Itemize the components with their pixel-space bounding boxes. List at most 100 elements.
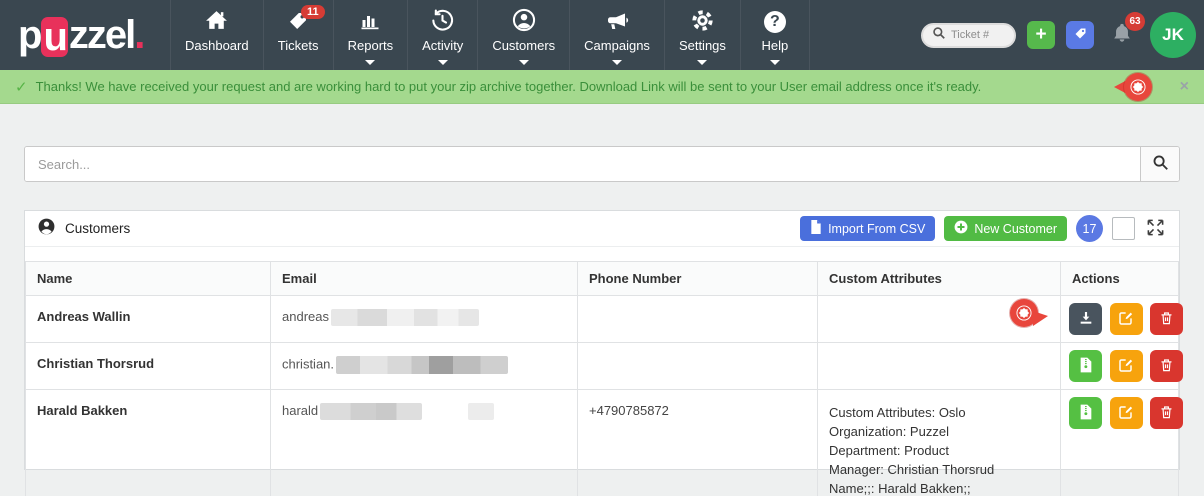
close-icon[interactable]: × <box>1180 78 1189 96</box>
customer-name: Harald Bakken <box>26 390 271 496</box>
tags-button[interactable] <box>1066 21 1094 49</box>
edit-icon <box>1118 404 1134 423</box>
fullscreen-toggle-button[interactable] <box>1144 218 1167 240</box>
zip-file-icon <box>1079 404 1093 423</box>
logo-u-mark: u <box>41 17 67 57</box>
check-icon: ✓ <box>15 78 28 96</box>
edit-button[interactable] <box>1110 350 1143 382</box>
alert-message: Thanks! We have received your request an… <box>36 79 982 94</box>
customer-email: andreas <box>271 296 578 343</box>
column-header-actions: Actions <box>1061 262 1179 296</box>
nav-label: Reports <box>348 38 394 53</box>
table-row: Christian Thorsrud christian. <box>26 343 1179 390</box>
chevron-down-icon <box>697 60 707 65</box>
plus-circle-icon <box>954 220 968 237</box>
nav-item-tickets[interactable]: Tickets 11 <box>263 0 333 70</box>
search-input[interactable] <box>25 147 1140 181</box>
column-header-name: Name <box>26 262 271 296</box>
star-burst-icon <box>1124 73 1152 101</box>
nav-label: Campaigns <box>584 38 650 53</box>
nav-label: Dashboard <box>185 38 249 53</box>
delete-button[interactable] <box>1150 303 1183 335</box>
redacted-email <box>331 309 479 326</box>
person-circle-icon <box>511 7 537 33</box>
trash-icon <box>1159 404 1174 423</box>
redacted-email <box>320 403 422 420</box>
history-icon <box>430 7 455 33</box>
customer-email: christian. <box>271 343 578 390</box>
expand-icon <box>1146 218 1165 240</box>
notifications-button[interactable]: 63 <box>1111 22 1133 49</box>
avatar[interactable]: JK <box>1150 12 1196 58</box>
logo-text: zzel <box>69 13 134 58</box>
search-icon <box>932 26 946 45</box>
nav-item-activity[interactable]: Activity <box>407 0 477 70</box>
customer-name: Andreas Wallin <box>26 296 271 343</box>
ticket-search-input[interactable] <box>951 29 1005 41</box>
customer-count-badge: 17 <box>1076 215 1103 242</box>
zip-download-button[interactable] <box>1069 397 1102 429</box>
table-row: Harald Bakken harald +4790785872 Custom … <box>26 390 1179 496</box>
redacted-email <box>468 403 494 420</box>
ticket-search-box[interactable] <box>921 23 1016 48</box>
new-customer-button[interactable]: New Customer <box>944 216 1067 241</box>
bell-icon <box>1111 31 1133 48</box>
zip-download-button[interactable] <box>1069 350 1102 382</box>
nav-item-customers[interactable]: Customers <box>477 0 569 70</box>
column-header-email: Email <box>271 262 578 296</box>
edit-button[interactable] <box>1110 397 1143 429</box>
select-all-checkbox[interactable] <box>1112 217 1135 240</box>
delete-button[interactable] <box>1150 397 1183 429</box>
nav-label: Customers <box>492 38 555 53</box>
delete-button[interactable] <box>1150 350 1183 382</box>
logo-text: p <box>18 13 40 58</box>
customers-table: Name Email Phone Number Custom Attribute… <box>25 261 1179 496</box>
nav-item-help[interactable]: ? Help <box>740 0 810 70</box>
edit-button[interactable] <box>1110 303 1143 335</box>
puzzel-logo[interactable]: puzzel. <box>0 0 170 70</box>
chevron-down-icon <box>519 60 529 65</box>
notification-count-badge: 63 <box>1125 12 1145 31</box>
panel-tools: Import From CSV New Customer 17 <box>800 215 1167 242</box>
customer-phone <box>578 343 818 390</box>
download-button[interactable] <box>1069 303 1102 335</box>
nav-label: Tickets <box>278 38 319 53</box>
question-icon: ? <box>764 7 786 33</box>
trash-icon <box>1159 310 1174 329</box>
chevron-down-icon <box>612 60 622 65</box>
customers-panel-header: Customers Import From CSV New Customer 1… <box>25 211 1179 247</box>
search-button[interactable] <box>1140 147 1179 181</box>
row-actions <box>1061 296 1179 343</box>
row-actions <box>1061 390 1179 496</box>
nav-item-dashboard[interactable]: Dashboard <box>170 0 263 70</box>
plus-icon: + <box>1035 24 1046 46</box>
zip-file-icon <box>1079 357 1093 376</box>
home-icon <box>204 7 229 33</box>
person-circle-icon <box>37 217 56 241</box>
new-ticket-button[interactable]: + <box>1027 21 1055 49</box>
table-header-row: Name Email Phone Number Custom Attribute… <box>26 262 1179 296</box>
chevron-down-icon <box>770 60 780 65</box>
megaphone-icon <box>604 7 630 33</box>
customer-search-bar <box>24 146 1180 182</box>
logo-dot: . <box>134 13 143 58</box>
nav-item-campaigns[interactable]: Campaigns <box>569 0 664 70</box>
download-icon <box>1078 310 1094 329</box>
customer-custom-attributes <box>818 343 1061 390</box>
import-from-csv-button[interactable]: Import From CSV <box>800 216 935 241</box>
column-header-phone: Phone Number <box>578 262 818 296</box>
customers-table-wrap: Name Email Phone Number Custom Attribute… <box>25 261 1179 496</box>
gear-icon <box>690 7 715 33</box>
search-icon <box>1152 154 1169 174</box>
nav-label: Help <box>762 38 789 53</box>
bar-chart-icon <box>358 7 382 33</box>
annotation-marker-alert <box>1114 73 1152 101</box>
chevron-down-icon <box>365 60 375 65</box>
nav-item-settings[interactable]: Settings <box>664 0 740 70</box>
table-row: Andreas Wallin andreas <box>26 296 1179 343</box>
column-header-custom-attributes: Custom Attributes <box>818 262 1061 296</box>
file-icon <box>810 220 822 237</box>
page-content: Customers Import From CSV New Customer 1… <box>0 104 1204 470</box>
nav-item-reports[interactable]: Reports <box>333 0 408 70</box>
row-actions <box>1061 343 1179 390</box>
